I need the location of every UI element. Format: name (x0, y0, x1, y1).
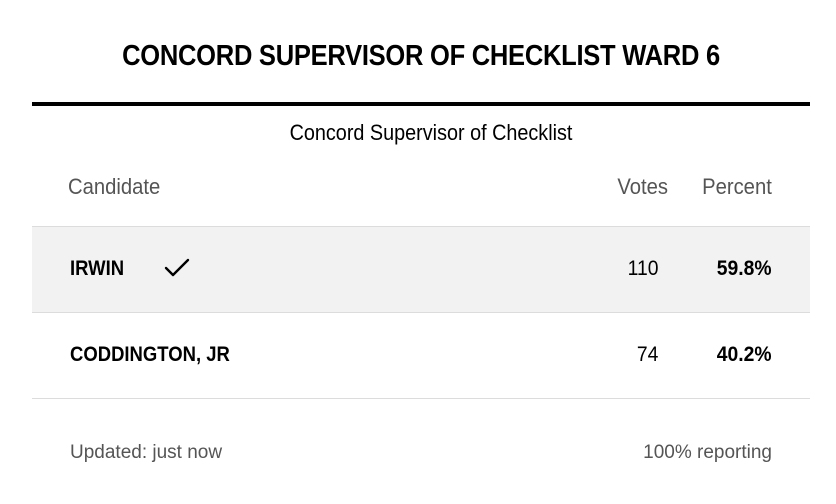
candidate-percent: 40.2% (717, 343, 772, 366)
candidate-percent: 59.8% (717, 257, 772, 280)
page-title: CONCORD SUPERVISOR OF CHECKLIST WARD 6 (122, 40, 720, 72)
reporting-status: 100% reporting (643, 442, 772, 463)
candidate-votes: 74 (636, 343, 658, 366)
candidate-votes: 110 (627, 257, 658, 280)
row-divider (32, 398, 810, 399)
updated-status: Updated: just now (70, 442, 223, 463)
column-header-votes: Votes (617, 174, 668, 199)
table-row: IRWIN 110 59.8% (32, 227, 810, 312)
title-rule (32, 102, 810, 106)
checkmark-icon (164, 257, 190, 279)
candidate-name: IRWIN (70, 257, 125, 280)
race-name: Concord Supervisor of Checklist (289, 120, 573, 145)
candidate-name: CODDINGTON, JR (70, 343, 230, 366)
column-header-candidate: Candidate (68, 174, 161, 199)
column-header-percent: Percent (702, 174, 772, 199)
table-row: CODDINGTON, JR 74 40.2% (32, 313, 810, 398)
